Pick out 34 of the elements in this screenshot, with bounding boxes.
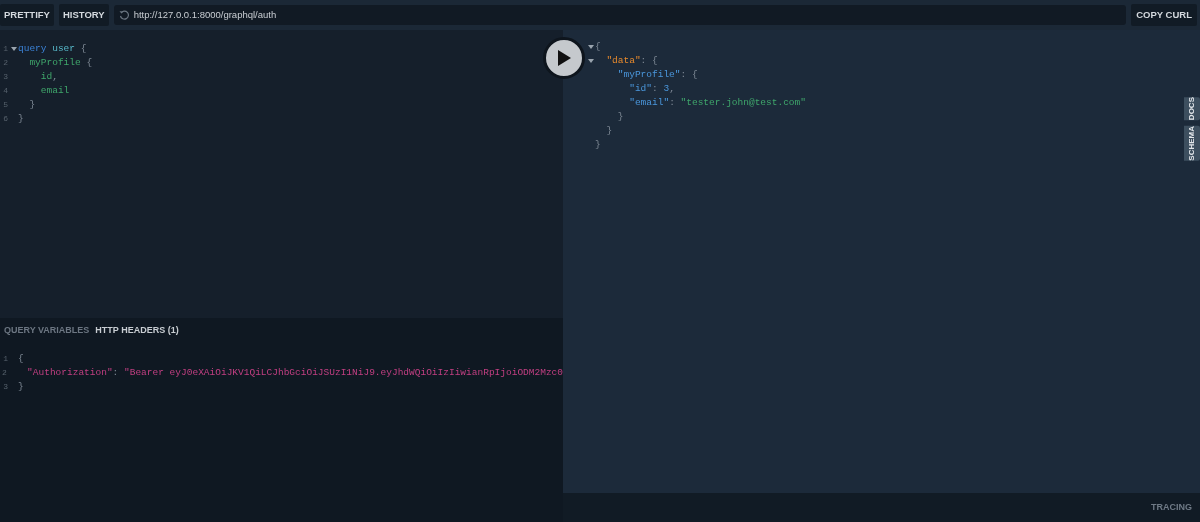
- tracing-button[interactable]: TRACING: [1151, 500, 1192, 515]
- play-icon: [557, 50, 571, 66]
- code-line: myProfile {: [28, 55, 93, 70]
- toolbar-button[interactable]: PRETTIFY: [0, 4, 54, 26]
- code-line: {: [595, 39, 601, 54]
- code-line: "Authorization": "Bearer eyJ0eXAiOiJKV1QiLCJhbGciOiJSUzI1NiJ9.eyJhdWQiOiIzIiwianRpIjoiODM2Mzc0: [26, 365, 563, 380]
- code-line: "data": {: [605, 53, 658, 68]
- code-line: "myProfile": {: [616, 67, 698, 82]
- side-tab[interactable]: DOCS: [1184, 97, 1200, 121]
- code-line: }: [605, 123, 613, 138]
- fold-arrow-icon[interactable]: [588, 44, 594, 50]
- copy-curl-button[interactable]: COPY CURL: [1131, 4, 1197, 26]
- line-number: 2: [1, 367, 8, 379]
- code-line: email: [39, 83, 70, 98]
- line-number: 4: [2, 85, 9, 97]
- code-line: "email": "tester.john@test.com": [628, 95, 806, 110]
- code-line: }: [18, 379, 24, 394]
- line-number: 2: [2, 57, 9, 69]
- code-line: }: [28, 97, 36, 112]
- code-line: }: [595, 137, 601, 152]
- code-line: id,: [39, 69, 58, 84]
- url-field[interactable]: http://127.0.0.1:8000/graphql/auth: [113, 5, 1127, 25]
- editor-tab[interactable]: HTTP HEADERS (1): [95, 324, 179, 338]
- code-line: {: [18, 351, 24, 366]
- code-line: }: [18, 111, 24, 126]
- code-line: "id": 3,: [628, 81, 675, 96]
- fold-arrow-icon[interactable]: [11, 46, 17, 52]
- code-line: query user {: [18, 41, 87, 56]
- editor-tab[interactable]: QUERY VARIABLES: [4, 324, 90, 338]
- reload-icon[interactable]: [118, 10, 129, 20]
- fold-arrow-icon[interactable]: [588, 58, 594, 64]
- toolbar-button[interactable]: HISTORY: [58, 4, 109, 26]
- side-tab[interactable]: SCHEMA: [1184, 126, 1200, 161]
- code-line: }: [616, 109, 624, 124]
